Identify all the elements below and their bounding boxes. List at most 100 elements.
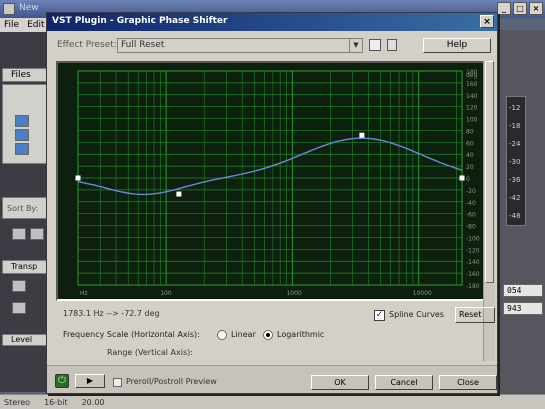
maximize-icon[interactable]: □	[513, 2, 527, 15]
y-tick-label: 100	[466, 117, 478, 124]
x-tick-label: 10000	[413, 290, 432, 297]
transport-label: Transp	[11, 262, 38, 271]
dialog-footer: ⏻ ▶ Preroll/Postroll Preview OK Cancel C…	[47, 365, 497, 393]
host-statusbar: Stereo 16-bit 20.00	[0, 394, 545, 409]
host-title: New	[19, 3, 39, 13]
logarithmic-label: Logarithmic	[277, 330, 325, 339]
file-icon[interactable]	[15, 115, 29, 127]
preroll-label: Preroll/Postroll Preview	[126, 377, 217, 386]
spline-curves-label: Spline Curves	[389, 310, 444, 319]
ok-button[interactable]: OK	[311, 375, 369, 390]
files-tab-label: Files	[11, 70, 31, 80]
sort-panel: Sort By:	[2, 197, 50, 219]
phase-graph-canvas[interactable]: 180160140120100806040200-20-40-60-80-100…	[58, 63, 486, 299]
preview-play-button[interactable]: ▶	[75, 374, 105, 388]
meter-label: -12	[509, 104, 521, 112]
transport-tab[interactable]: Transp	[2, 260, 50, 274]
files-list[interactable]	[2, 84, 50, 164]
help-button[interactable]: Help	[423, 38, 491, 53]
chevron-down-icon[interactable]: ▼	[349, 39, 362, 52]
y-tick-label: -40	[466, 200, 476, 207]
dialog-close-icon[interactable]: ×	[480, 15, 494, 28]
level-tab[interactable]: Level	[2, 334, 50, 346]
y-tick-label: -160	[466, 271, 480, 278]
effect-preset-label: Effect Preset:	[57, 40, 117, 50]
status-item: 20.00	[81, 397, 105, 407]
close-button[interactable]: Close	[439, 375, 497, 390]
level-label: Level	[11, 335, 33, 344]
y-tick-label: 0	[466, 176, 470, 183]
y-tick-label: -140	[466, 259, 480, 266]
y-tick-label: 60	[466, 140, 474, 147]
file-icon[interactable]	[15, 143, 29, 155]
meter-label: -18	[509, 122, 521, 130]
panel-button[interactable]	[30, 228, 44, 240]
y-tick-label: 120	[466, 105, 478, 112]
minimize-icon[interactable]: _	[497, 2, 511, 15]
meter-label: -42	[509, 194, 521, 202]
control-point[interactable]	[176, 191, 182, 197]
meter-label: -48	[509, 212, 521, 220]
y-tick-label: -20	[466, 188, 476, 195]
linear-radio[interactable]	[217, 330, 227, 340]
power-icon[interactable]: ⏻	[55, 374, 69, 388]
phase-shifter-dialog: VST Plugin - Graphic Phase Shifter × Eff…	[46, 12, 498, 394]
meter-label: -36	[509, 176, 521, 184]
meter-label: -24	[509, 140, 521, 148]
host-window-controls: _ □ ×	[497, 2, 543, 15]
scrollbar-thumb[interactable]	[485, 61, 494, 283]
meter-label: -30	[509, 158, 521, 166]
logarithmic-radio[interactable]	[263, 330, 273, 340]
save-preset-icon[interactable]	[369, 39, 381, 51]
pause-button[interactable]	[12, 302, 26, 314]
host-left-panel: Files Sort By: Transp Level	[0, 32, 52, 392]
y-tick-label: 140	[466, 93, 478, 100]
y-unit-label: deg	[466, 72, 478, 79]
app-icon	[3, 3, 15, 15]
graph-background	[58, 63, 486, 299]
linear-label: Linear	[231, 330, 256, 339]
dialog-title: VST Plugin - Graphic Phase Shifter	[52, 16, 228, 26]
range-row: Range (Vertical Axis):	[107, 348, 487, 358]
status-item: Stereo	[4, 397, 31, 407]
sort-label: Sort By:	[7, 204, 39, 213]
y-tick-label: 20	[466, 164, 474, 171]
control-point[interactable]	[459, 175, 465, 181]
close-icon[interactable]: ×	[529, 2, 543, 15]
cursor-readout: 1783.1 Hz --> -72.7 deg	[63, 309, 160, 318]
menu-edit[interactable]: Edit	[27, 20, 44, 30]
y-tick-label: -80	[466, 224, 476, 231]
x-tick-label: 100	[160, 290, 172, 297]
effect-preset-value: Full Reset	[121, 40, 165, 50]
y-tick-label: -120	[466, 247, 480, 254]
reset-button[interactable]: Reset	[455, 307, 495, 323]
x-tick-label: 1000	[286, 290, 301, 297]
delete-preset-icon[interactable]	[387, 39, 397, 51]
spline-curves-checkbox[interactable]: ✓	[374, 310, 385, 321]
status-item: 16-bit	[44, 397, 68, 407]
selection-start-field[interactable]: 054	[503, 284, 543, 297]
control-point[interactable]	[359, 132, 365, 138]
preroll-checkbox[interactable]	[113, 378, 122, 387]
menu-file[interactable]: File	[4, 20, 19, 30]
y-tick-label: -180	[466, 283, 480, 290]
y-tick-label: 80	[466, 128, 474, 135]
effect-preset-select[interactable]: Full Reset ▼	[117, 38, 363, 53]
effect-preset-row: Effect Preset: Full Reset ▼ Help	[55, 38, 491, 54]
x-tick-label: Hz	[80, 290, 88, 297]
dialog-titlebar[interactable]: VST Plugin - Graphic Phase Shifter ×	[47, 13, 497, 31]
stop-button[interactable]	[12, 280, 26, 292]
frequency-scale-label: Frequency Scale (Horizontal Axis):	[63, 330, 200, 339]
phase-graph[interactable]: 180 160 140 120 100 80 60 40 20 0 -20 -40 -60 -80 -100…	[56, 61, 488, 301]
control-point[interactable]	[75, 175, 81, 181]
y-tick-label: 40	[466, 152, 474, 159]
y-tick-label: 160	[466, 81, 478, 88]
files-tab[interactable]: Files	[2, 68, 50, 82]
selection-end-field[interactable]: 943	[503, 302, 543, 315]
y-tick-label: -60	[466, 212, 476, 219]
range-label: Range (Vertical Axis):	[107, 348, 193, 357]
file-icon[interactable]	[15, 129, 29, 141]
y-tick-label: -100	[466, 235, 480, 242]
cancel-button[interactable]: Cancel	[375, 375, 433, 390]
panel-button[interactable]	[12, 228, 26, 240]
